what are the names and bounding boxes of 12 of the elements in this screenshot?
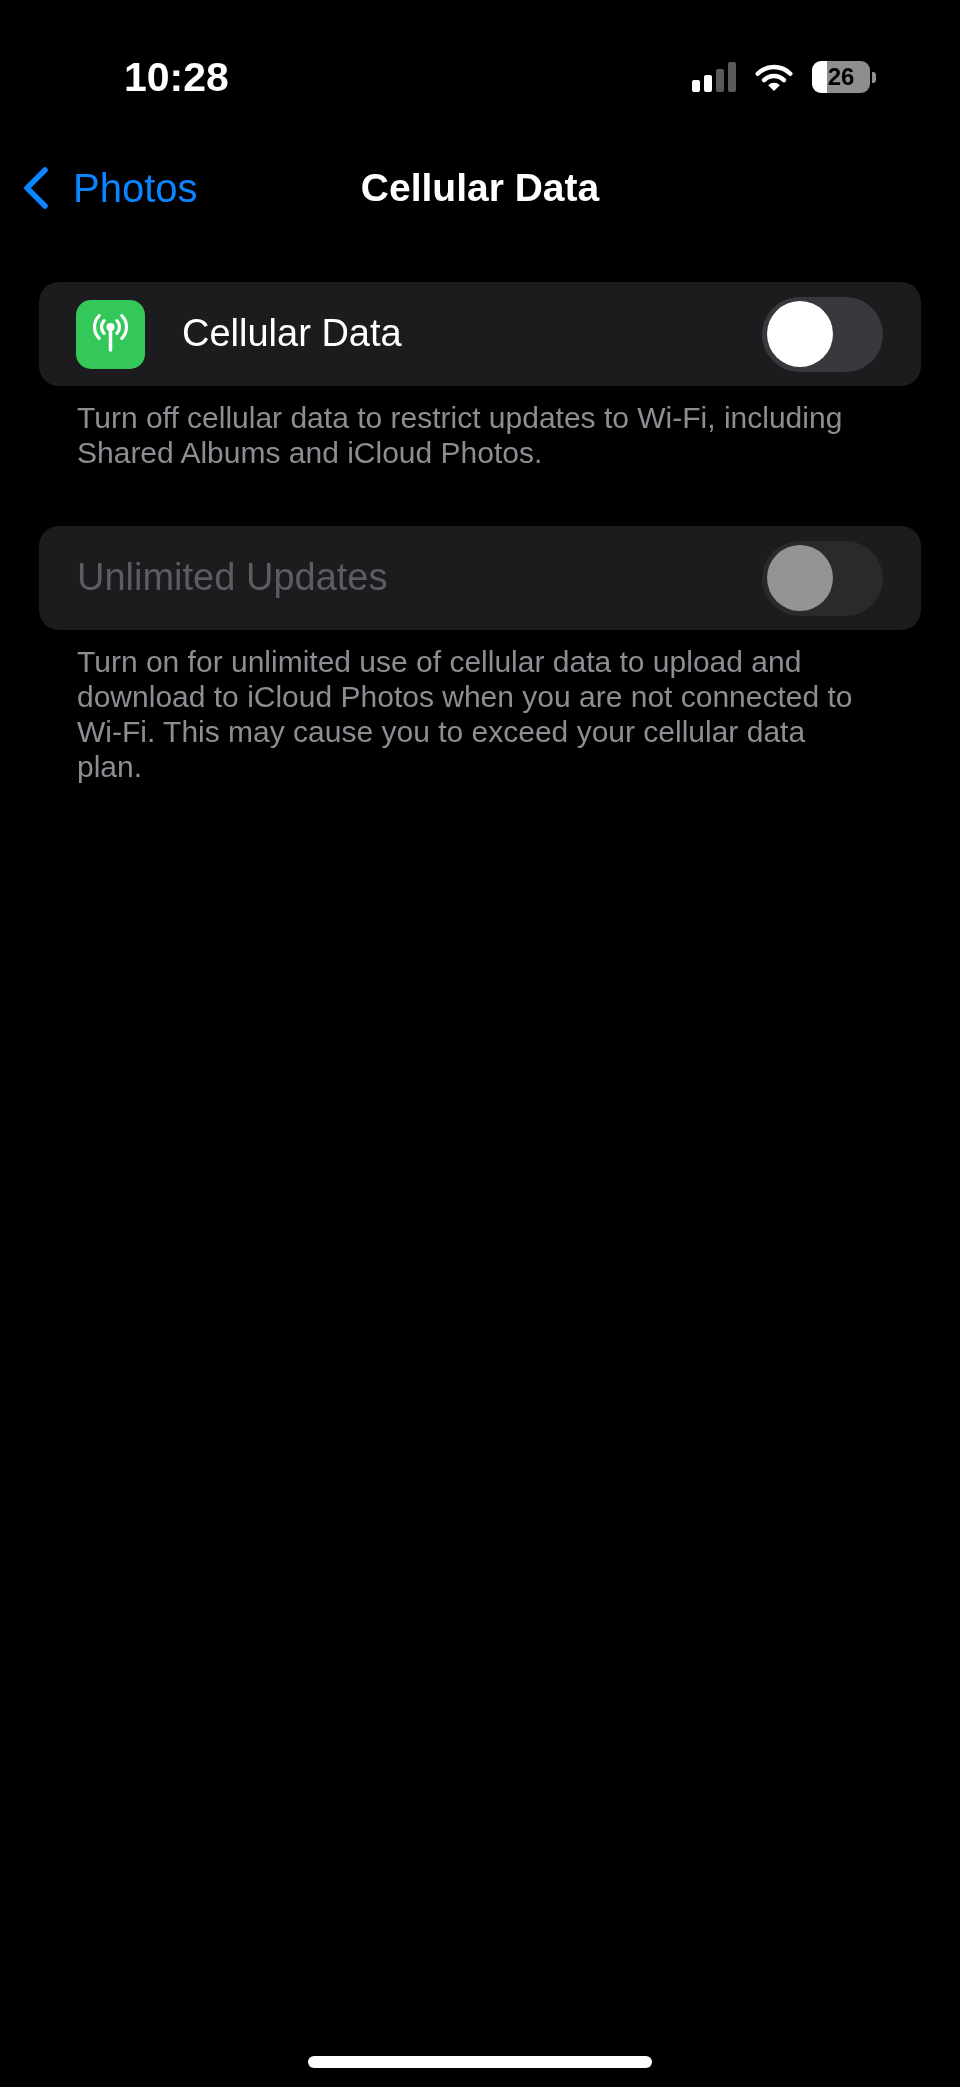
- row-label: Cellular Data: [182, 313, 403, 355]
- page-title: Cellular Data: [360, 166, 600, 210]
- section-description: Turn off cellular data to restrict updates to Wi-Fi, including Shared Albums and iCloud Photos.: [77, 400, 844, 470]
- antenna-icon: [76, 299, 145, 369]
- section-description: Turn on for unlimited use of cellular data to upload and download to iCloud Photos when you are not connected to Wi-Fi. This may cause you to exceed your cellular data plan.: [77, 644, 854, 784]
- status-time: 10:28: [124, 56, 229, 98]
- signal-icon: [692, 62, 736, 92]
- battery-indicator: 26: [812, 61, 876, 93]
- back-button[interactable]: Photos: [0, 166, 198, 210]
- row-label: Unlimited Updates: [76, 557, 389, 599]
- chevron-left-icon: [23, 166, 49, 210]
- wifi-icon: [754, 62, 794, 92]
